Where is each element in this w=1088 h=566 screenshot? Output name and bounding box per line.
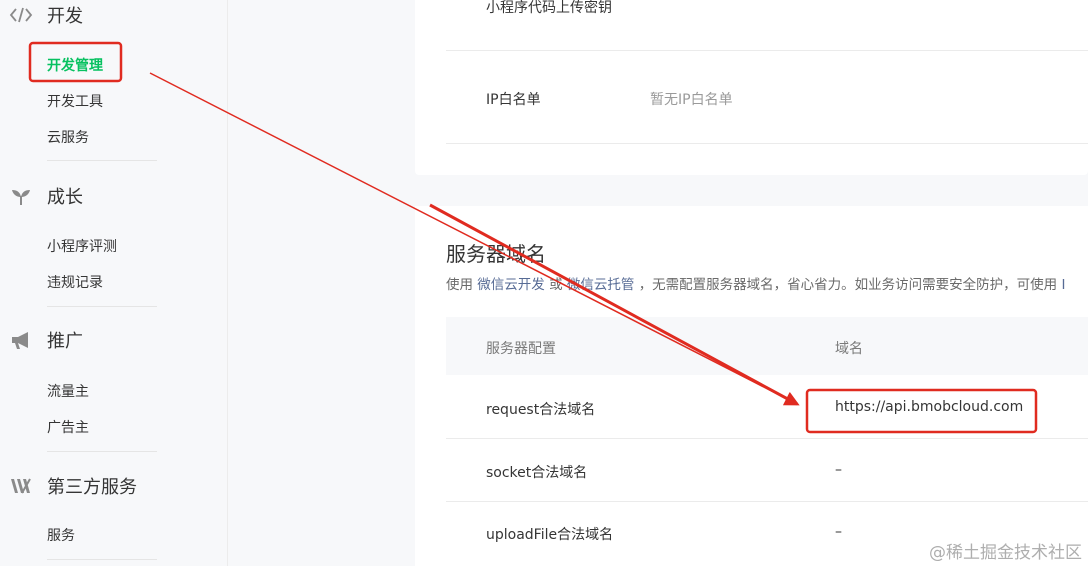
server-domain-description: 使用 微信云开发 或 微信云托管 ，无需配置服务器域名，省心省力。如业务访问需要…	[446, 273, 1088, 293]
divider	[47, 451, 157, 452]
sidebar-item-advertiser[interactable]: 广告主	[47, 417, 89, 437]
ip-whitelist-label: IP白名单	[486, 92, 541, 108]
sidebar-item-evaluation[interactable]: 小程序评测	[47, 236, 117, 256]
sidebar: 开发 开发管理 开发工具 云服务 成长 小程序评测 违规记录 推广 流量主 广告…	[0, 0, 228, 566]
sidebar-item-violations[interactable]: 违规记录	[47, 272, 103, 292]
desc-prefix: 使用	[446, 277, 473, 293]
section-title-promotion: 推广	[47, 331, 83, 352]
table-row-upload-domain: –	[835, 524, 842, 540]
table-row-socket-domain: –	[835, 462, 842, 478]
code-icon	[8, 2, 34, 28]
server-domain-title: 服务器域名	[446, 242, 546, 266]
upload-key-label: 小程序代码上传密钥	[486, 0, 612, 16]
section-title-dev: 开发	[47, 6, 83, 27]
sidebar-item-dev-management[interactable]: 开发管理	[47, 55, 103, 75]
dev-settings-card	[415, 0, 1088, 175]
desc-suffix: ，无需配置服务器域名，省心省力。如业务访问需要安全防护，可使用	[638, 277, 1058, 293]
table-row-request-label: request合法域名	[486, 402, 596, 418]
column-header-domain: 域名	[835, 341, 863, 357]
section-title-growth: 成长	[47, 187, 83, 208]
megaphone-icon	[8, 327, 34, 353]
sprout-icon	[8, 183, 34, 209]
desc-tail-link[interactable]: I	[1061, 277, 1065, 293]
row-divider	[446, 143, 1088, 144]
table-row-request-domain: https://api.bmobcloud.com	[835, 399, 1024, 415]
row-divider	[446, 501, 1088, 502]
sidebar-item-services[interactable]: 服务	[47, 525, 75, 545]
table-row-socket-label: socket合法域名	[486, 465, 588, 481]
column-header-config: 服务器配置	[486, 341, 556, 357]
divider	[47, 559, 157, 560]
desc-or: 或	[549, 277, 563, 293]
divider	[47, 306, 157, 307]
sidebar-item-traffic-owner[interactable]: 流量主	[47, 381, 89, 401]
third-party-icon	[8, 473, 34, 499]
wechat-cloud-hosting-link[interactable]: 微信云托管	[567, 277, 635, 293]
section-title-third-party: 第三方服务	[47, 477, 137, 498]
table-row-upload-label: uploadFile合法域名	[486, 527, 614, 543]
watermark: @稀土掘金技术社区	[929, 543, 1082, 563]
ip-whitelist-value: 暂无IP白名单	[650, 92, 733, 108]
row-divider	[446, 438, 1088, 439]
sidebar-item-cloud-service[interactable]: 云服务	[47, 127, 89, 147]
row-divider	[446, 50, 1088, 51]
divider	[47, 160, 157, 161]
sidebar-item-dev-tools[interactable]: 开发工具	[47, 91, 103, 111]
wechat-cloud-dev-link[interactable]: 微信云开发	[477, 277, 545, 293]
